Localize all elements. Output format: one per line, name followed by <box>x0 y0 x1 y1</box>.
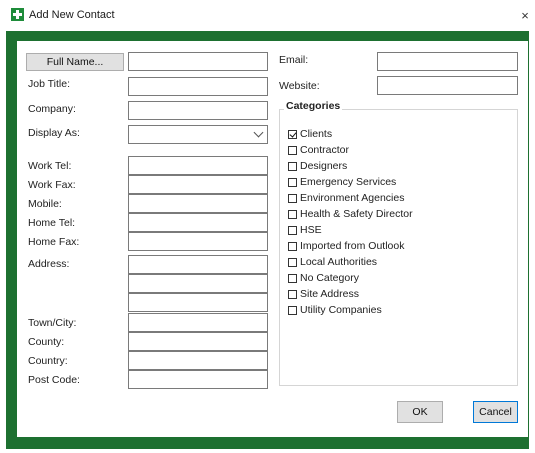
work-fax-label: Work Fax: <box>28 179 76 191</box>
category-label: Local Authorities <box>300 256 378 268</box>
work-fax-field[interactable] <box>128 175 268 194</box>
post-code-label: Post Code: <box>28 374 80 386</box>
website-label: Website: <box>279 80 320 92</box>
work-tel-label: Work Tel: <box>28 160 72 172</box>
ok-button[interactable]: OK <box>397 401 443 423</box>
cancel-button[interactable]: Cancel <box>473 401 518 423</box>
checkbox-icon[interactable] <box>288 289 297 299</box>
full-name-field[interactable] <box>128 52 268 71</box>
category-label: Utility Companies <box>300 304 382 316</box>
category-label: Clients <box>300 128 333 140</box>
category-local-authorities[interactable]: Local Authorities <box>288 255 377 269</box>
category-label: Emergency Services <box>300 176 397 188</box>
job-title-label: Job Title: <box>28 78 71 90</box>
town-city-label: Town/City: <box>28 317 77 329</box>
home-tel-field[interactable] <box>128 213 268 232</box>
checkbox-icon[interactable] <box>288 305 297 315</box>
category-imported-from-outlook[interactable]: Imported from Outlook <box>288 239 404 253</box>
add-contact-dialog: Add New Contact × Full Name... Job Title… <box>0 0 535 453</box>
work-tel-field[interactable] <box>128 156 268 175</box>
checkbox-icon[interactable] <box>288 161 297 171</box>
checkbox-icon[interactable] <box>288 273 297 283</box>
category-hse[interactable]: HSE <box>288 223 322 237</box>
address-line-1[interactable] <box>128 255 268 274</box>
checkbox-icon[interactable] <box>288 145 297 155</box>
form-panel: Full Name... Job Title: Company: Display… <box>17 41 528 437</box>
category-no-category[interactable]: No Category <box>288 271 359 285</box>
company-field[interactable] <box>128 101 268 120</box>
category-emergency-services[interactable]: Emergency Services <box>288 175 396 189</box>
chevron-down-icon <box>253 127 264 138</box>
checkbox-icon[interactable] <box>288 257 297 267</box>
email-field[interactable] <box>377 52 518 71</box>
home-fax-label: Home Fax: <box>28 236 80 248</box>
address-label: Address: <box>28 258 70 270</box>
job-title-field[interactable] <box>128 77 268 96</box>
post-code-field[interactable] <box>128 370 268 389</box>
company-label: Company: <box>28 103 76 115</box>
website-field[interactable] <box>377 76 518 95</box>
category-label: Environment Agencies <box>300 192 405 204</box>
categories-title: Categories <box>284 100 343 112</box>
county-label: County: <box>28 336 65 348</box>
category-site-address[interactable]: Site Address <box>288 287 359 301</box>
country-label: Country: <box>28 355 68 367</box>
category-label: Designers <box>300 160 348 172</box>
category-contractor[interactable]: Contractor <box>288 143 349 157</box>
category-utility-companies[interactable]: Utility Companies <box>288 303 382 317</box>
address-line-3[interactable] <box>128 293 268 312</box>
category-health-safety-director[interactable]: Health & Safety Director <box>288 207 413 221</box>
category-label: Imported from Outlook <box>300 240 405 252</box>
checkbox-icon[interactable] <box>288 241 297 251</box>
country-field[interactable] <box>128 351 268 370</box>
town-city-field[interactable] <box>128 313 268 332</box>
category-designers[interactable]: Designers <box>288 159 347 173</box>
category-label: Health & Safety Director <box>300 208 413 220</box>
add-contact-icon <box>11 8 24 21</box>
title-bar: Add New Contact × <box>0 0 535 31</box>
category-label: No Category <box>300 272 359 284</box>
display-as-label: Display As: <box>28 127 80 139</box>
checkbox-icon[interactable] <box>288 177 297 187</box>
county-field[interactable] <box>128 332 268 351</box>
category-label: Site Address <box>300 288 359 300</box>
checkbox-icon[interactable] <box>288 225 297 235</box>
address-line-2[interactable] <box>128 274 268 293</box>
close-button[interactable]: × <box>515 0 535 31</box>
category-clients[interactable]: Clients <box>288 127 332 141</box>
category-environment-agencies[interactable]: Environment Agencies <box>288 191 404 205</box>
category-label: HSE <box>300 224 322 236</box>
checkbox-icon[interactable] <box>288 209 297 219</box>
display-as-select[interactable] <box>128 125 268 144</box>
mobile-field[interactable] <box>128 194 268 213</box>
home-tel-label: Home Tel: <box>28 217 76 229</box>
mobile-label: Mobile: <box>28 198 62 210</box>
full-name-button[interactable]: Full Name... <box>26 53 124 71</box>
checkbox-checked-icon[interactable] <box>288 129 297 139</box>
email-label: Email: <box>279 54 309 66</box>
window-title: Add New Contact <box>29 9 115 21</box>
home-fax-field[interactable] <box>128 232 268 251</box>
checkbox-icon[interactable] <box>288 193 297 203</box>
category-label: Contractor <box>300 144 350 156</box>
